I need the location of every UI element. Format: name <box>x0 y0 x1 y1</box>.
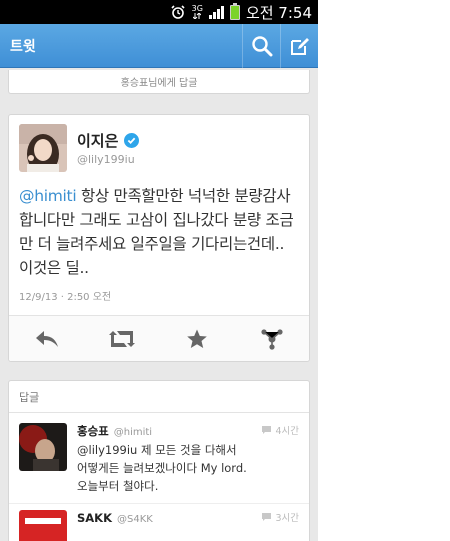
reply-text: @lily199iu 제 모든 것을 다해서 어떻게든 늘려보겠나이다 My l… <box>77 441 299 495</box>
signal-icon <box>208 5 224 19</box>
tweet-header: 이지은 @lily199iu <box>19 124 299 172</box>
list-item[interactable]: 홍승표 @himiti 4시간 @lily199iu 제 모든 것을 다해서 어… <box>9 413 309 503</box>
clock: 오전 7:54 <box>245 3 312 22</box>
reply-author-handle: @S4KK <box>117 514 153 525</box>
reply-header: SAKK @S4KK 3시간 <box>77 510 299 525</box>
favorite-icon <box>186 329 207 348</box>
main-content: 홍승표님에게 답글 이지은 @lily199iu @himiti 항상 만족할만… <box>0 70 318 541</box>
reply-author-handle: @himiti <box>113 427 153 438</box>
alarm-icon <box>170 4 186 20</box>
phone-screen: 3G 오전 7:54 트윗 홍승표님에게 답글 이지은 @lily199iu @… <box>0 0 318 541</box>
compose-button[interactable] <box>280 23 318 68</box>
reply-text-line: @lily199iu 제 모든 것을 다해서 <box>77 443 237 457</box>
reply-main: SAKK @S4KK 3시간 <box>77 510 299 541</box>
reply-author-name[interactable]: 홍승표 <box>77 423 109 439</box>
network-type-indicator: 3G <box>192 5 203 19</box>
battery-icon <box>229 2 240 20</box>
speech-bubble-icon <box>262 513 272 521</box>
list-item[interactable]: SAKK @S4KK 3시간 <box>9 504 309 541</box>
reply-main: 홍승표 @himiti 4시간 @lily199iu 제 모든 것을 다해서 어… <box>77 423 299 495</box>
more-button[interactable] <box>252 319 292 359</box>
reply-text-line: 어떻게든 늘려보겠나이다 My lord. <box>77 461 247 475</box>
reply-to-label: 홍승표님에게 답글 <box>120 78 198 89</box>
author-handle: @lily199iu <box>77 153 135 166</box>
reply-icon <box>35 330 58 347</box>
retweet-icon <box>108 330 135 347</box>
tweet-card: 이지은 @lily199iu @himiti 항상 만족할만한 넉넉한 분량감사… <box>8 114 310 362</box>
avatar[interactable] <box>19 124 67 172</box>
reply-time-label: 4시간 <box>275 426 299 437</box>
speech-bubble-icon <box>262 426 272 434</box>
reply-time: 4시간 <box>261 423 299 437</box>
replies-card: 답글 홍승표 @himiti 4시간 @lily199iu 제 모든 것을 다해… <box>8 380 310 541</box>
compose-icon <box>290 37 309 55</box>
retweet-button[interactable] <box>102 319 142 359</box>
avatar[interactable] <box>19 423 67 471</box>
verified-icon <box>124 133 140 148</box>
favorite-button[interactable] <box>177 319 217 359</box>
replies-header: 답글 <box>9 381 309 413</box>
author-name[interactable]: 이지은 <box>77 130 118 151</box>
reply-author-name[interactable]: SAKK <box>77 511 112 525</box>
tweet-text: @himiti 항상 만족할만한 넉넉한 분량감사합니다만 그래도 고삼이 집나… <box>19 184 299 280</box>
tweet-author: 이지은 @lily199iu <box>77 130 140 166</box>
reply-time-label: 3시간 <box>275 513 299 524</box>
status-bar: 3G 오전 7:54 <box>0 0 318 24</box>
app-bar: 트윗 <box>0 23 318 68</box>
name-row: 이지은 <box>77 130 140 151</box>
search-icon <box>251 35 272 56</box>
network-label: 3G <box>191 4 203 13</box>
page-title: 트윗 <box>10 38 36 55</box>
tweet-timestamp: 12/9/13 · 2:50 오전 <box>19 292 112 303</box>
reply-time: 3시간 <box>261 510 299 524</box>
reply-text-line: 오늘부터 철야다. <box>77 479 159 493</box>
tweet-actions <box>9 315 309 361</box>
more-icon <box>260 328 283 350</box>
reply-to-banner[interactable]: 홍승표님에게 답글 <box>8 70 310 94</box>
reply-header: 홍승표 @himiti 4시간 <box>77 423 299 439</box>
avatar[interactable] <box>19 510 67 541</box>
search-button[interactable] <box>242 23 280 68</box>
reply-button[interactable] <box>27 319 67 359</box>
tweet-mention[interactable]: @himiti <box>19 187 77 205</box>
